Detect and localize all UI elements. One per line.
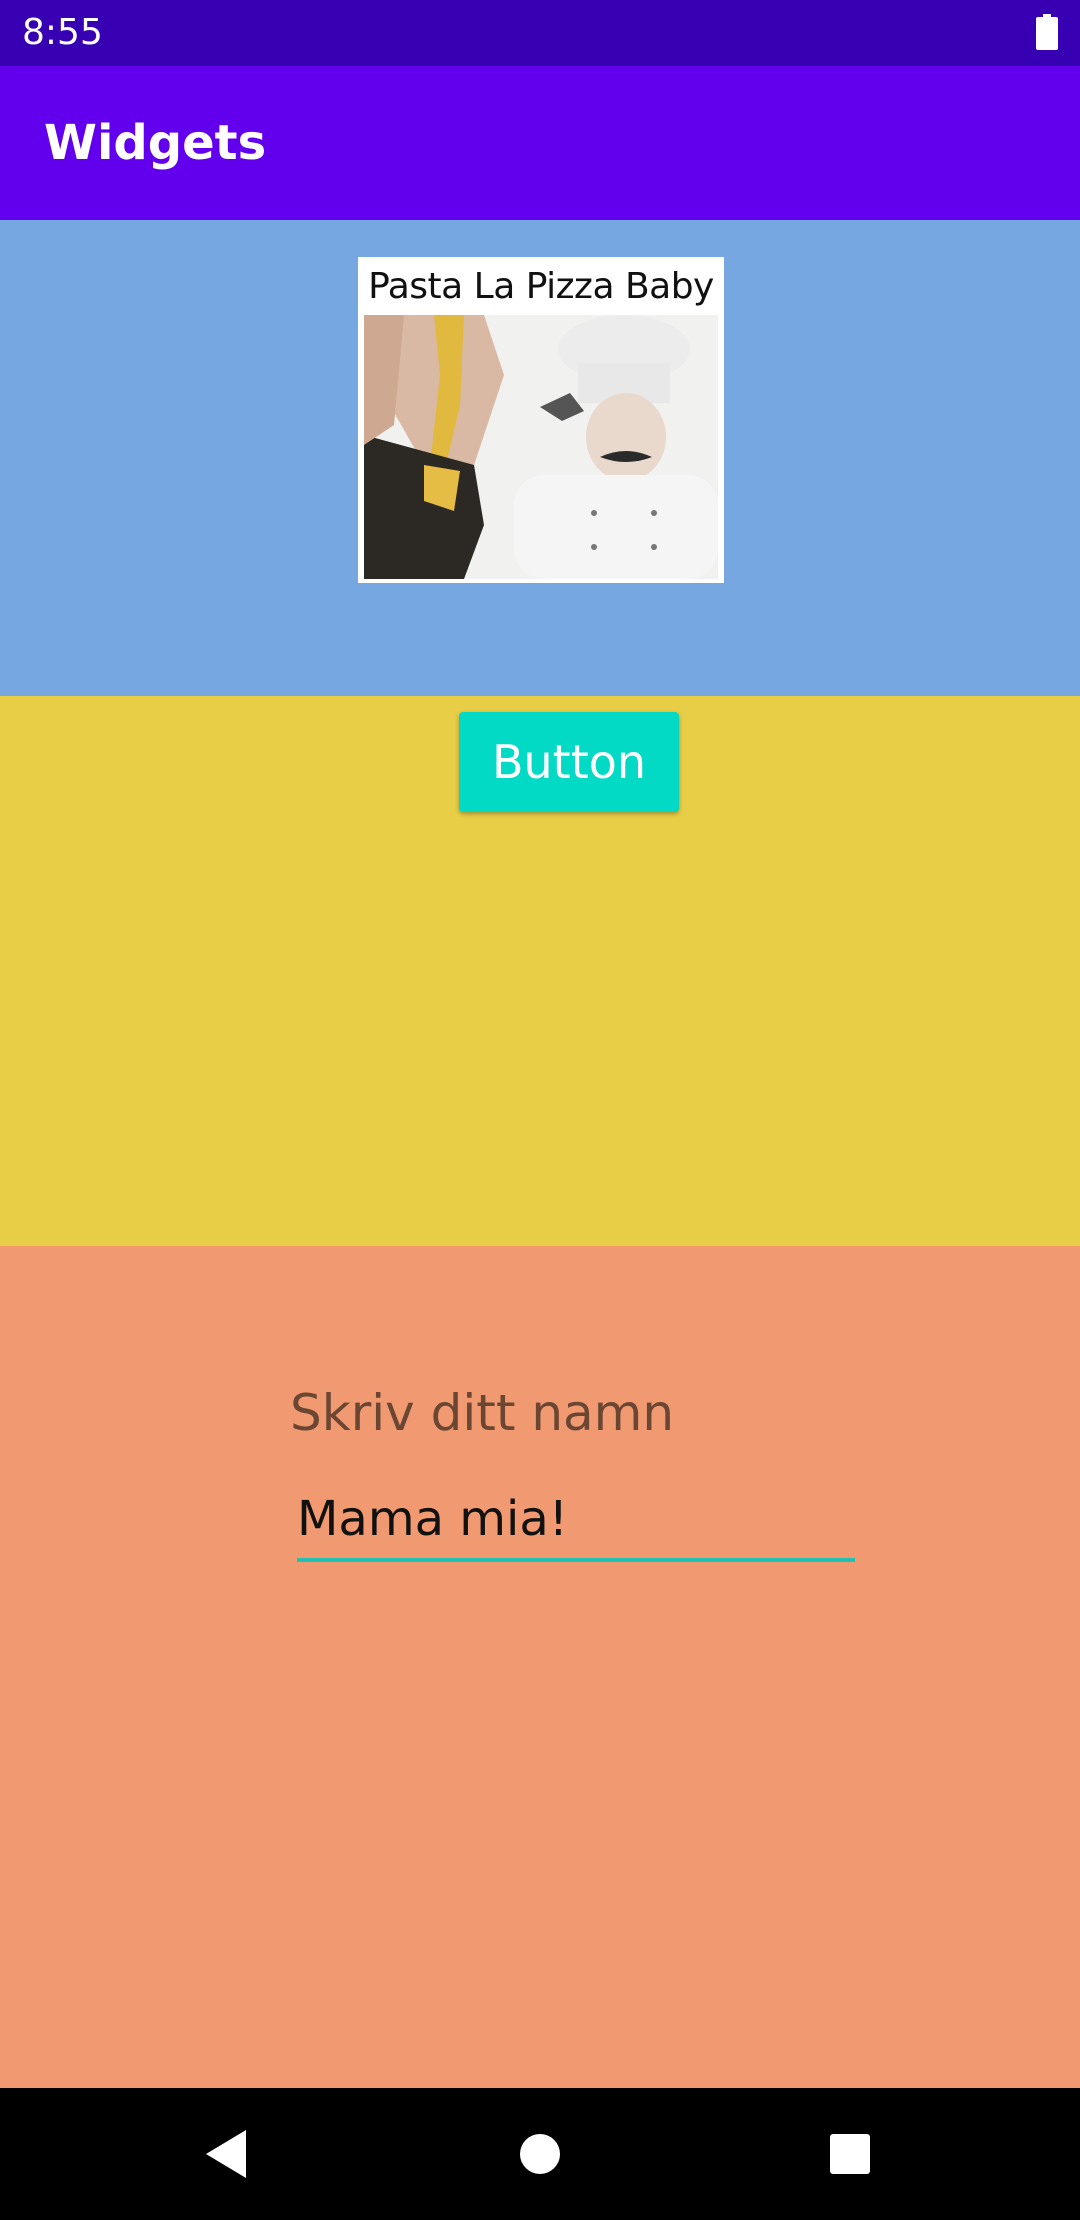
image-caption: Pasta La Pizza Baby [368, 266, 714, 307]
app-title: Widgets [44, 115, 267, 171]
home-circle-icon[interactable] [480, 2088, 600, 2220]
battery-icon [1036, 14, 1058, 50]
name-label: Skriv ditt namn [290, 1384, 675, 1442]
status-time: 8:55 [22, 12, 103, 53]
name-input[interactable] [297, 1480, 855, 1562]
pizza-image: Pasta La Pizza Baby [358, 257, 724, 583]
navigation-bar [0, 2088, 1080, 2220]
recents-square-icon[interactable] [790, 2088, 910, 2220]
status-bar: 8:55 [0, 0, 1080, 66]
image-section: Pasta La Pizza Baby [0, 220, 1080, 696]
back-triangle-icon[interactable] [166, 2088, 286, 2220]
app-bar: Widgets [0, 66, 1080, 220]
primary-button[interactable]: Button [459, 712, 679, 812]
button-section: Button [0, 696, 1080, 1246]
pasta-chef-photo [364, 315, 718, 579]
name-section: Skriv ditt namn [0, 1246, 1080, 2088]
